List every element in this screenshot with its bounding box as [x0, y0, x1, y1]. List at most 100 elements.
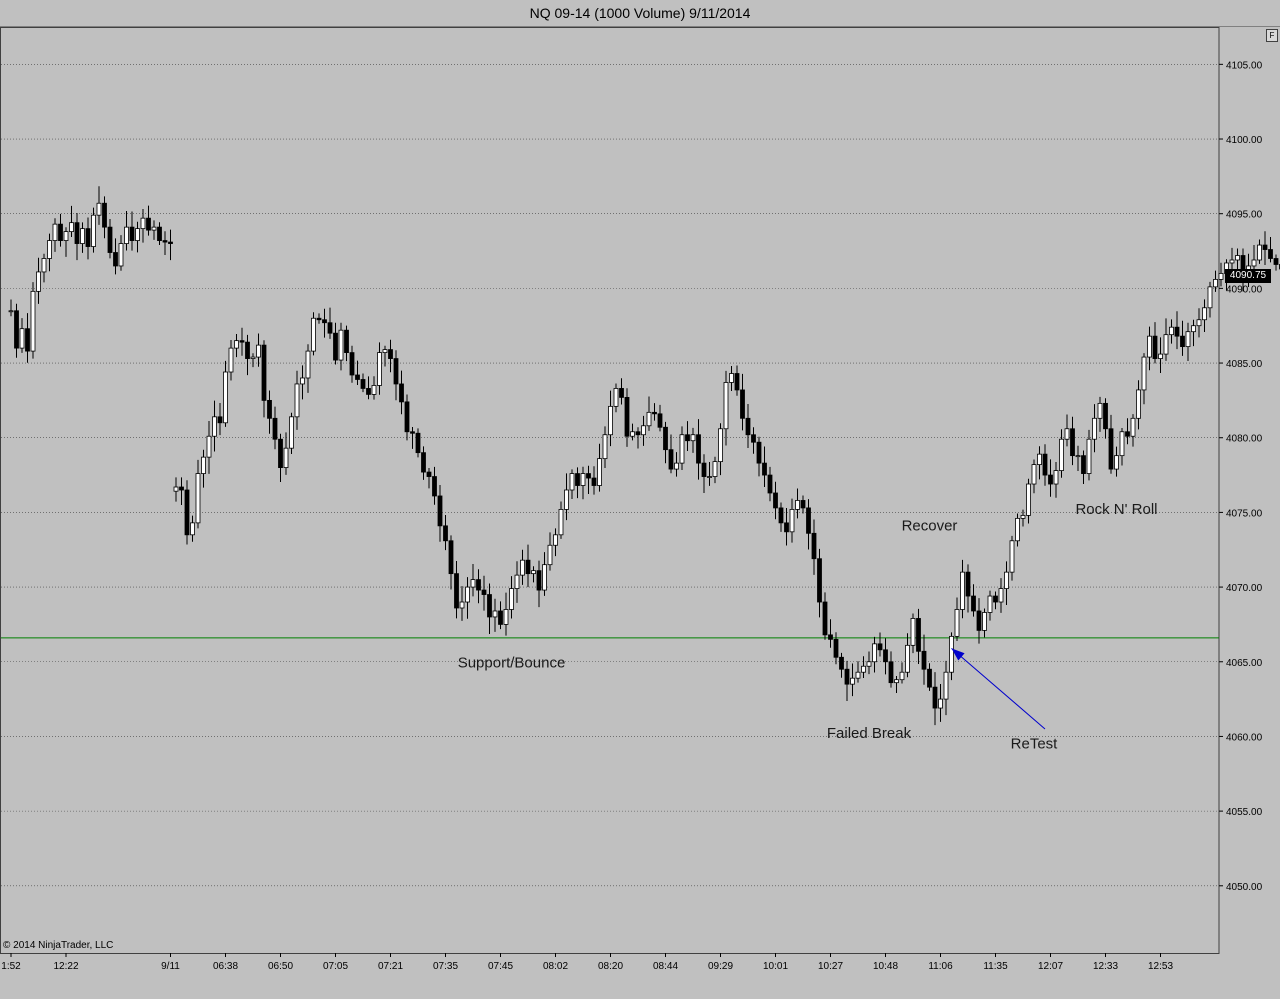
candle-body — [932, 686, 938, 709]
candle-body — [195, 473, 201, 524]
candle-body — [701, 462, 707, 477]
candle-body — [201, 456, 206, 474]
candle-body — [448, 540, 454, 575]
candle-body — [1273, 258, 1279, 265]
candle-body — [267, 399, 272, 419]
candle-body — [668, 449, 674, 470]
candle-body — [399, 383, 404, 403]
candle-body — [157, 226, 162, 241]
chart-annotation: Recover — [902, 517, 958, 534]
candle-body — [47, 240, 52, 259]
candle-body — [1020, 514, 1026, 519]
candle-body — [151, 226, 157, 231]
candle-body — [591, 477, 597, 486]
candle-body — [58, 223, 63, 241]
candle-body — [646, 411, 652, 427]
candle-body — [212, 416, 217, 437]
candle-body — [707, 476, 712, 478]
candle-body — [206, 435, 212, 458]
candle-body — [569, 473, 575, 491]
candle-body — [795, 500, 800, 510]
candlestick-chart[interactable]: 4105.00 4100.00 4095.00 4090.00 4085.00 4080.… — [0, 27, 1280, 999]
candle-body — [905, 644, 910, 673]
candle-body — [30, 290, 36, 352]
time-axis-label: 10:27 — [818, 961, 843, 972]
candle-body — [113, 252, 118, 267]
candle-body — [520, 559, 525, 576]
candle-body — [36, 271, 41, 292]
candle-body — [1169, 326, 1174, 336]
candle-body — [41, 258, 47, 273]
candle-body — [839, 656, 844, 670]
time-axis-label: 10:48 — [873, 961, 898, 972]
candle-body — [1119, 431, 1125, 457]
candle-body — [1097, 402, 1103, 419]
candle-body — [1185, 331, 1191, 348]
candle-body — [778, 507, 784, 524]
candle-body — [608, 405, 613, 436]
candle-body — [525, 559, 531, 575]
candle-body — [283, 447, 289, 468]
candle-body — [899, 671, 905, 681]
time-axis-label: 06:38 — [213, 961, 238, 972]
chart-annotation: ReTest — [1011, 735, 1059, 752]
candle-body — [976, 610, 982, 631]
candle-body — [1103, 402, 1108, 430]
candle-body — [1207, 286, 1213, 309]
candle-body — [866, 661, 872, 667]
arrow-line — [951, 647, 1046, 730]
candle-body — [388, 349, 393, 359]
candle-body — [80, 228, 85, 244]
candle-body — [586, 473, 591, 479]
candle-body — [1213, 279, 1218, 288]
candle-body — [184, 489, 190, 536]
candle-body — [465, 586, 470, 603]
candle-body — [965, 571, 971, 597]
price-axis-label: 4095.00 — [1226, 210, 1263, 221]
candle-body — [789, 509, 795, 533]
candle-body — [366, 388, 371, 395]
candle-body — [1081, 455, 1086, 474]
candle-body — [624, 396, 630, 437]
chart-annotation: Failed Break — [827, 725, 912, 742]
candle-body — [619, 388, 624, 398]
candle-body — [294, 383, 300, 418]
candle-body — [1191, 325, 1196, 333]
candle-body — [1031, 464, 1037, 485]
candle-body — [1196, 319, 1202, 327]
candle-body — [234, 340, 239, 349]
candle-body — [492, 610, 498, 618]
price-axis-label: 4070.00 — [1226, 583, 1263, 594]
time-axis-label: 06:50 — [268, 961, 293, 972]
candle-body — [432, 476, 437, 497]
time-axis-label: 11:35 — [983, 961, 1008, 972]
candle-body — [102, 202, 107, 228]
candle-body — [1037, 453, 1042, 466]
plot-border — [0, 27, 1220, 954]
candle-body — [938, 698, 943, 709]
candle-body — [982, 612, 987, 631]
candle-body — [575, 473, 580, 486]
candle-body — [256, 344, 261, 358]
candle-body — [344, 329, 349, 353]
candle-body — [773, 492, 778, 509]
candle-body — [756, 441, 762, 464]
candle-body — [470, 579, 476, 588]
float-button[interactable]: F — [1266, 29, 1278, 42]
candle-body — [305, 350, 311, 379]
candle-body — [487, 594, 492, 618]
time-axis-label: 08:44 — [653, 961, 678, 972]
candle-body — [426, 471, 432, 477]
candle-body — [1070, 428, 1075, 457]
candle-body — [63, 231, 69, 241]
time-axis-label: 07:05 — [323, 961, 348, 972]
candle-body — [1163, 334, 1169, 355]
candle-body — [382, 349, 388, 353]
candle-body — [481, 589, 487, 595]
time-axis-label: 9/11 — [161, 961, 180, 972]
chart-annotation: Rock N' Roll — [1075, 501, 1157, 518]
price-axis-label: 4105.00 — [1226, 60, 1263, 71]
candle-body — [872, 643, 877, 663]
candle-body — [811, 532, 817, 560]
chart-panel[interactable]: 4105.00 4100.00 4095.00 4090.00 4085.00 4080.… — [0, 27, 1280, 999]
